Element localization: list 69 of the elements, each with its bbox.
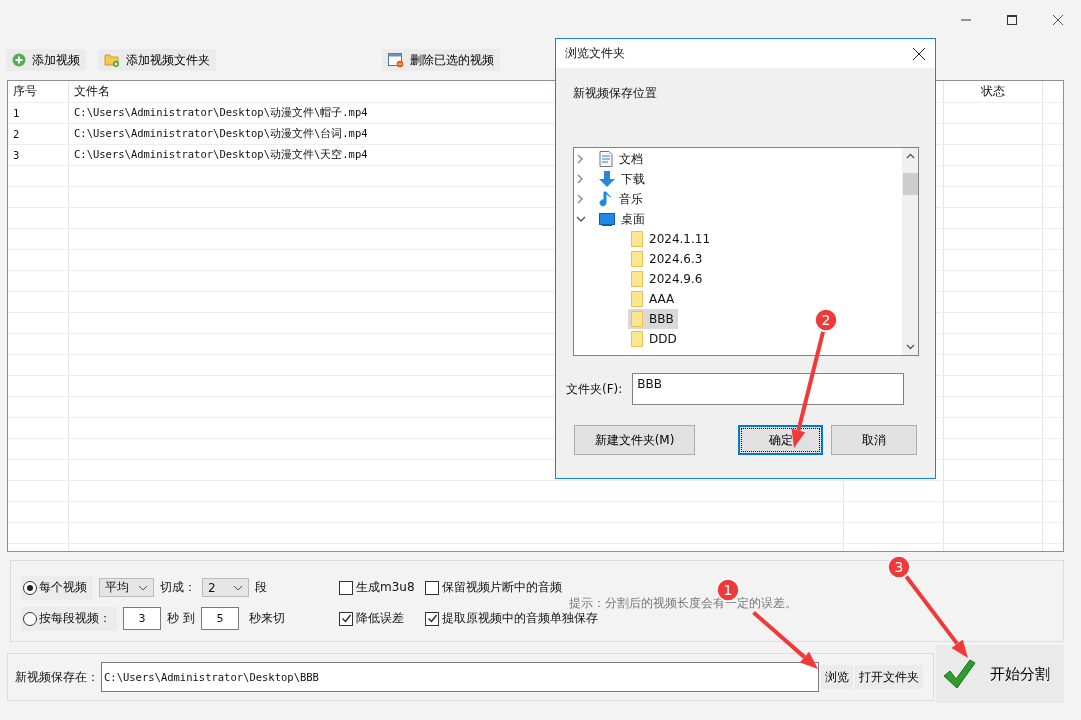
checkmark-icon bbox=[426, 613, 438, 624]
plus-circle-icon bbox=[12, 53, 26, 67]
dialog-button[interactable]: 确定 bbox=[738, 425, 823, 455]
browse-button[interactable]: 浏览 bbox=[821, 665, 853, 689]
music-note-icon bbox=[599, 191, 613, 207]
path-field[interactable]: C:\Users\Administrator\Desktop\BBB bbox=[101, 662, 819, 692]
open-folder-button[interactable]: 打开文件夹 bbox=[855, 665, 923, 689]
dialog-button[interactable]: 取消 bbox=[831, 425, 917, 455]
checkmark-icon bbox=[942, 658, 976, 690]
radio-option[interactable]: 按每段视频： bbox=[21, 606, 117, 631]
segments-dropdown[interactable]: 2 bbox=[202, 578, 249, 597]
tree-item[interactable]: 2024.1.11 bbox=[628, 229, 715, 249]
folder-icon bbox=[631, 271, 643, 287]
maximize-icon[interactable] bbox=[1007, 15, 1017, 25]
checkbox-option[interactable]: 生成m3u8 bbox=[339, 575, 425, 600]
start-button[interactable]: 开始分割 bbox=[936, 645, 1064, 703]
tree-item[interactable]: 2024.9.6 bbox=[628, 269, 707, 289]
dialog-button[interactable]: 新建文件夹(M) bbox=[574, 425, 695, 455]
radio-option[interactable]: 每个视频 bbox=[21, 575, 93, 600]
to-label: 到 bbox=[183, 610, 195, 627]
scrollbar-thumb[interactable] bbox=[902, 173, 918, 195]
scroll-down-icon[interactable] bbox=[905, 344, 915, 350]
checkmark-icon bbox=[340, 613, 352, 624]
scroll-up-icon[interactable] bbox=[905, 153, 915, 159]
monitor-icon bbox=[599, 212, 615, 226]
tree-item[interactable]: DDD bbox=[628, 329, 681, 349]
unit-label: 秒 bbox=[167, 610, 179, 627]
column-header: 序号 bbox=[8, 81, 69, 102]
table-cell: 2 bbox=[8, 124, 69, 144]
column-header: 状态 bbox=[944, 81, 1043, 102]
chevron-down-icon bbox=[138, 584, 148, 591]
toolbar-button[interactable]: 删除已选的视频 bbox=[382, 49, 500, 71]
unit-label: 秒来切 bbox=[249, 610, 285, 627]
tree-item[interactable]: 2024.6.3 bbox=[628, 249, 707, 269]
chevron-down-icon bbox=[233, 584, 243, 591]
window-minus-icon bbox=[388, 52, 404, 68]
down-arrow-icon bbox=[599, 171, 615, 187]
folder-icon bbox=[631, 251, 643, 267]
checkbox-option[interactable]: 降低误差 bbox=[339, 606, 425, 631]
folder-plus-icon bbox=[104, 53, 120, 67]
tree-item[interactable]: 下载 bbox=[596, 169, 649, 189]
dialog-prompt: 新视频保存位置 bbox=[573, 85, 658, 102]
toolbar-button[interactable]: 添加视频 bbox=[6, 49, 86, 71]
folder-icon bbox=[631, 331, 643, 347]
seconds-field[interactable]: 5 bbox=[201, 607, 239, 630]
tree-item[interactable]: 音乐 bbox=[596, 189, 647, 209]
close-icon[interactable] bbox=[1053, 15, 1063, 25]
table-cell: 3 bbox=[8, 145, 69, 165]
tree-item[interactable]: AAA bbox=[628, 289, 679, 309]
step-badge: 2 bbox=[814, 308, 838, 332]
seconds-field[interactable]: 3 bbox=[123, 607, 161, 630]
folder-icon bbox=[631, 311, 643, 327]
method-dropdown[interactable]: 平均 bbox=[99, 578, 154, 597]
tree-item[interactable]: BBB bbox=[628, 309, 678, 329]
document-icon bbox=[599, 151, 613, 167]
save-label: 新视频保存在： bbox=[15, 668, 99, 686]
toolbar-button[interactable]: 添加视频文件夹 bbox=[98, 49, 216, 71]
folder-label: 文件夹(F): bbox=[566, 380, 623, 398]
tree-item[interactable]: 桌面 bbox=[596, 209, 649, 229]
table-cell: 1 bbox=[8, 103, 69, 123]
dialog-title: 浏览文件夹 bbox=[565, 45, 625, 62]
folder-field[interactable]: BBB bbox=[632, 373, 905, 405]
folder-icon bbox=[631, 291, 643, 307]
folder-icon bbox=[631, 231, 643, 247]
cut-label: 切成： bbox=[160, 579, 196, 596]
annotation-arrow bbox=[752, 610, 818, 669]
step-badge: 3 bbox=[887, 555, 911, 579]
unit-label: 段 bbox=[255, 579, 267, 596]
close-icon[interactable] bbox=[913, 47, 925, 60]
